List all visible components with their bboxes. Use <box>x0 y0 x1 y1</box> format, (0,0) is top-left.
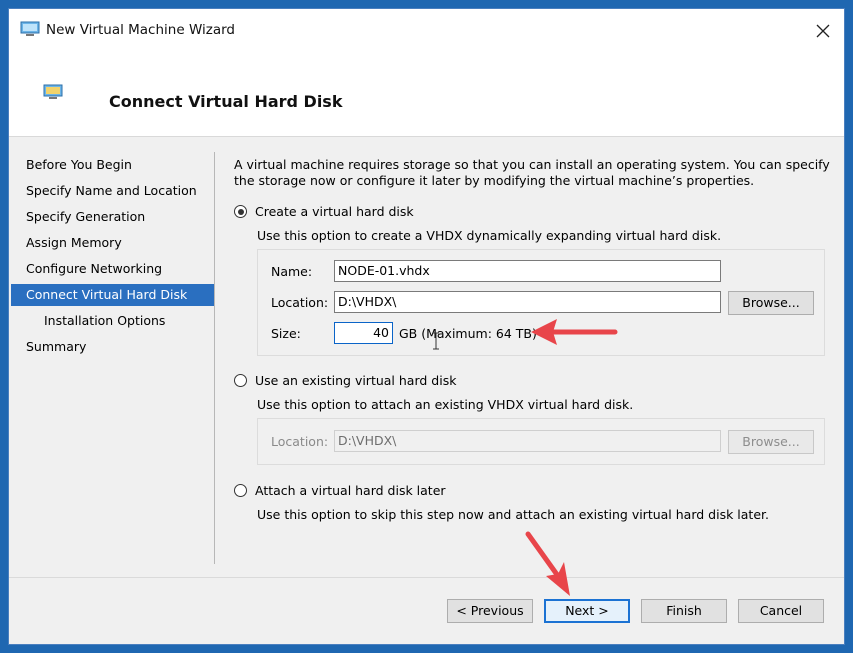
title-bar: New Virtual Machine Wizard <box>9 9 844 53</box>
page-title: Connect Virtual Hard Disk <box>109 92 343 111</box>
existing-location-label: Location: <box>271 434 329 449</box>
existing-vhd-radio-option[interactable]: Use an existing virtual hard disk <box>234 373 456 388</box>
text-cursor-icon <box>433 332 439 350</box>
annotation-arrow-next <box>525 531 570 596</box>
nav-item-assign-memory[interactable]: Assign Memory <box>11 230 214 256</box>
footer-separator <box>9 577 844 578</box>
later-vhd-radio[interactable] <box>234 484 247 497</box>
nav-item-installation-options[interactable]: Installation Options <box>11 308 214 334</box>
nav-item-summary[interactable]: Summary <box>11 334 214 360</box>
cancel-button[interactable]: Cancel <box>738 599 824 623</box>
later-vhd-radio-option[interactable]: Attach a virtual hard disk later <box>234 483 446 498</box>
finish-button[interactable]: Finish <box>641 599 727 623</box>
size-input[interactable]: 40 <box>334 322 393 344</box>
vm-monitor-icon <box>43 84 63 99</box>
location-input[interactable]: D:\VHDX\ <box>334 291 721 313</box>
close-icon <box>816 24 830 38</box>
name-input[interactable]: NODE-01.vhdx <box>334 260 721 282</box>
next-button[interactable]: Next > <box>544 599 630 623</box>
previous-button[interactable]: < Previous <box>447 599 533 623</box>
window-title: New Virtual Machine Wizard <box>46 22 235 38</box>
annotation-arrow-size <box>531 319 618 345</box>
existing-vhd-group: Location: D:\VHDX\ Browse... <box>257 418 825 465</box>
wizard-window: New Virtual Machine Wizard Connect Virtu… <box>8 8 845 645</box>
intro-text: A virtual machine requires storage so th… <box>234 157 830 188</box>
later-vhd-description: Use this option to skip this step now an… <box>257 507 769 522</box>
existing-location-input[interactable]: D:\VHDX\ <box>334 430 721 452</box>
nav-item-configure-networking[interactable]: Configure Networking <box>11 256 214 282</box>
create-vhd-radio-option[interactable]: Create a virtual hard disk <box>234 204 414 219</box>
wizard-steps-nav: Before You Begin Specify Name and Locati… <box>11 152 214 360</box>
content-area: A virtual machine requires storage so th… <box>234 157 834 189</box>
existing-vhd-label: Use an existing virtual hard disk <box>255 373 457 388</box>
location-label: Location: <box>271 295 329 310</box>
name-label: Name: <box>271 264 313 279</box>
nav-item-before-you-begin[interactable]: Before You Begin <box>11 152 214 178</box>
vm-monitor-icon <box>20 21 40 36</box>
create-vhd-label: Create a virtual hard disk <box>255 204 414 219</box>
create-vhd-radio[interactable] <box>234 205 247 218</box>
existing-browse-button[interactable]: Browse... <box>728 430 814 454</box>
size-label: Size: <box>271 326 301 341</box>
existing-vhd-description: Use this option to attach an existing VH… <box>257 397 634 412</box>
nav-item-specify-name-location[interactable]: Specify Name and Location <box>11 178 214 204</box>
nav-item-connect-vhd[interactable]: Connect Virtual Hard Disk <box>11 284 214 306</box>
nav-divider <box>214 152 215 564</box>
size-unit-text: GB (Maximum: 64 TB) <box>399 326 537 341</box>
page-header: Connect Virtual Hard Disk <box>9 53 844 137</box>
create-vhd-description: Use this option to create a VHDX dynamic… <box>257 228 722 243</box>
existing-vhd-radio[interactable] <box>234 374 247 387</box>
nav-item-specify-generation[interactable]: Specify Generation <box>11 204 214 230</box>
later-vhd-label: Attach a virtual hard disk later <box>255 483 446 498</box>
close-button[interactable] <box>802 9 844 53</box>
browse-button[interactable]: Browse... <box>728 291 814 315</box>
